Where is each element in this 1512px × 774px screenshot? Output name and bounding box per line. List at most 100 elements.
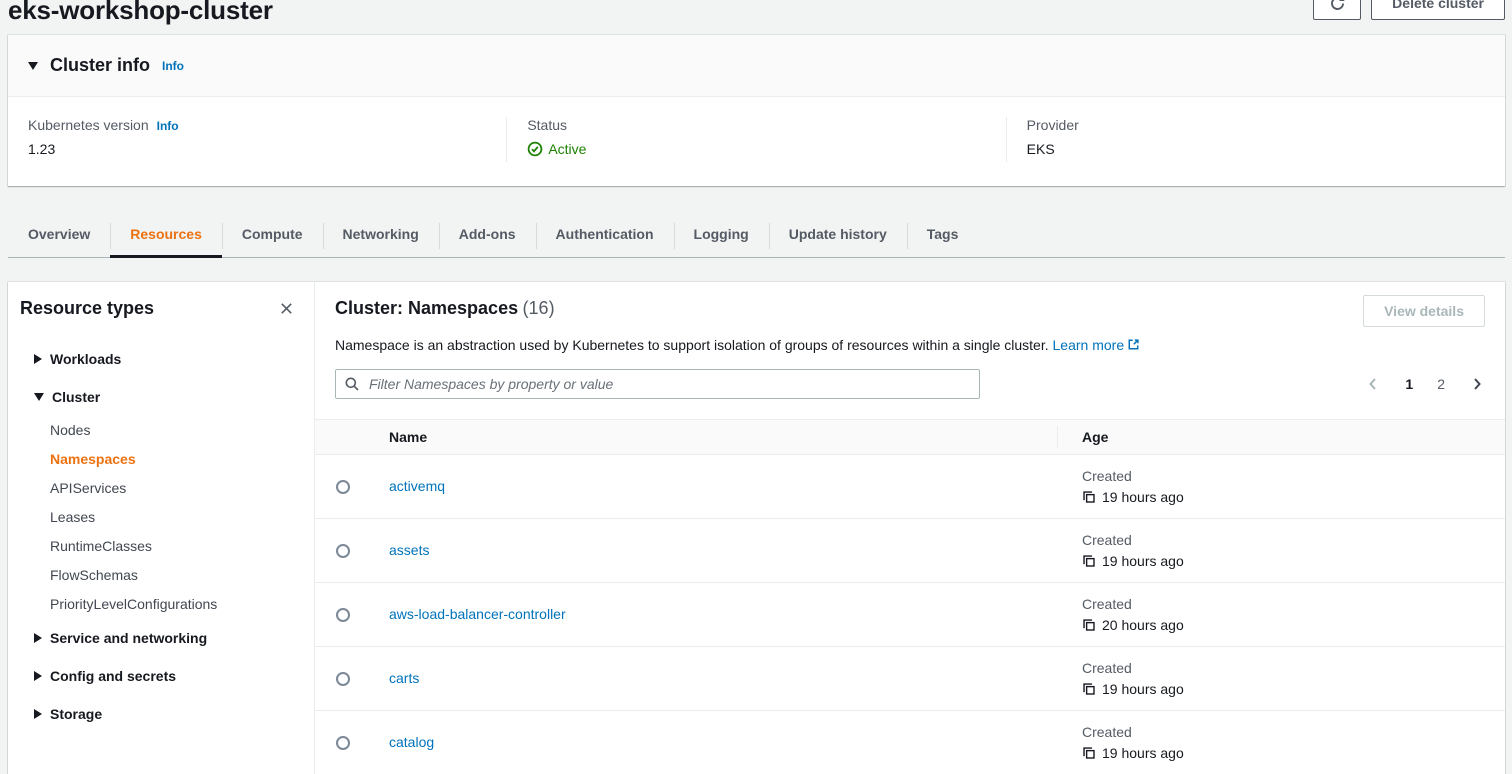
row-radio-button[interactable]	[336, 480, 350, 494]
refresh-icon	[1329, 0, 1346, 12]
page-title: eks-workshop-cluster	[8, 0, 1505, 25]
cluster-info-panel: Cluster info Info Kubernetes version Inf…	[8, 35, 1505, 186]
sidebar-group-service-and-networking[interactable]: Service and networking	[8, 619, 314, 657]
previous-page-icon[interactable]	[1365, 376, 1381, 392]
refresh-button[interactable]	[1313, 0, 1361, 20]
sidebar-item-namespaces[interactable]: Namespaces	[8, 445, 314, 474]
header-actions: Delete cluster	[1313, 0, 1505, 20]
sidebar-item-leases[interactable]: Leases	[8, 503, 314, 532]
sidebar-group-config-and-secrets[interactable]: Config and secrets	[8, 657, 314, 695]
filter-input[interactable]	[335, 369, 980, 399]
row-radio-button[interactable]	[336, 544, 350, 558]
namespaces-count: (16)	[523, 298, 555, 318]
filter-box	[335, 369, 980, 399]
sidebar-item-nodes[interactable]: Nodes	[8, 416, 314, 445]
tab-resources[interactable]: Resources	[110, 210, 222, 257]
created-label: Created	[1082, 724, 1505, 740]
sidebar-group-cluster[interactable]: Cluster	[8, 378, 314, 416]
sidebar-item-apiservices[interactable]: APIServices	[8, 474, 314, 503]
status-field: Status Active	[506, 117, 1005, 162]
table-row: assets Created 19 hours ago	[315, 519, 1505, 583]
table-row: activemq Created 19 hours ago	[315, 455, 1505, 519]
page-header: eks-workshop-cluster Delete cluster	[8, 0, 1505, 21]
sidebar-item-prioritylevelconfigurations[interactable]: PriorityLevelConfigurations	[8, 590, 314, 619]
tab-compute[interactable]: Compute	[222, 210, 323, 257]
cluster-info-body: Kubernetes version Info 1.23 Status Acti…	[8, 97, 1505, 186]
tab-authentication[interactable]: Authentication	[536, 210, 674, 257]
tab-add-ons[interactable]: Add-ons	[439, 210, 536, 257]
resources-panel: Resource types Workloads Cluster NodesNa…	[8, 282, 1505, 774]
page-number-2[interactable]: 2	[1437, 376, 1445, 392]
namespace-link[interactable]: aws-load-balancer-controller	[389, 606, 566, 622]
tab-overview[interactable]: Overview	[8, 210, 110, 257]
copy-icon[interactable]	[1082, 682, 1096, 696]
namespaces-title: Cluster: Namespaces	[335, 298, 518, 318]
close-icon[interactable]	[276, 299, 296, 319]
status-badge: Active	[527, 141, 586, 157]
sidebar-item-runtimeclasses[interactable]: RuntimeClasses	[8, 532, 314, 561]
caret-right-icon	[34, 709, 42, 719]
resource-types-sidebar: Resource types Workloads Cluster NodesNa…	[8, 282, 315, 774]
age-value: 19 hours ago	[1102, 553, 1184, 569]
status-check-icon	[527, 141, 543, 157]
kubernetes-version-value: 1.23	[28, 141, 486, 157]
sidebar-group-storage[interactable]: Storage	[8, 695, 314, 733]
cluster-info-title: Cluster info	[50, 55, 150, 76]
column-header-name: Name	[389, 429, 1057, 445]
caret-right-icon	[34, 354, 42, 364]
age-value: 19 hours ago	[1102, 745, 1184, 761]
copy-icon[interactable]	[1082, 490, 1096, 504]
table-row: aws-load-balancer-controller Created 20 …	[315, 583, 1505, 647]
eks-console-screen: eks-workshop-cluster Delete cluster Clus…	[0, 0, 1512, 774]
age-value: 19 hours ago	[1102, 681, 1184, 697]
sidebar-group-workloads[interactable]: Workloads	[8, 340, 314, 378]
table-row: catalog Created 19 hours ago	[315, 711, 1505, 774]
tab-networking[interactable]: Networking	[323, 210, 439, 257]
sidebar-item-flowschemas[interactable]: FlowSchemas	[8, 561, 314, 590]
caret-right-icon	[34, 671, 42, 681]
status-value: Active	[548, 141, 586, 157]
copy-icon[interactable]	[1082, 746, 1096, 760]
tab-update-history[interactable]: Update history	[769, 210, 907, 257]
cluster-info-header[interactable]: Cluster info Info	[8, 35, 1505, 97]
delete-cluster-button[interactable]: Delete cluster	[1371, 0, 1505, 20]
learn-more-link[interactable]: Learn more	[1053, 337, 1141, 353]
provider-value: EKS	[1027, 141, 1485, 157]
external-link-icon	[1127, 338, 1140, 355]
caret-down-icon	[34, 393, 44, 401]
copy-icon[interactable]	[1082, 618, 1096, 632]
resource-types-title: Resource types	[20, 298, 154, 319]
row-radio-button[interactable]	[336, 672, 350, 686]
tab-logging[interactable]: Logging	[674, 210, 769, 257]
pagination: 1 2	[1365, 376, 1485, 392]
namespaces-table: Name Age activemq Created 19 hours ago a…	[315, 419, 1505, 774]
copy-icon[interactable]	[1082, 554, 1096, 568]
search-icon	[344, 376, 360, 392]
view-details-button[interactable]: View details	[1363, 295, 1485, 327]
row-radio-button[interactable]	[336, 608, 350, 622]
namespaces-heading: Cluster: Namespaces (16)	[335, 298, 555, 319]
status-label: Status	[527, 117, 567, 133]
created-label: Created	[1082, 660, 1505, 676]
next-page-icon[interactable]	[1469, 376, 1485, 392]
collapse-caret-icon[interactable]	[28, 62, 38, 70]
page-number-1[interactable]: 1	[1405, 376, 1413, 392]
kubernetes-version-info-link[interactable]: Info	[157, 119, 179, 133]
column-header-age: Age	[1057, 429, 1505, 445]
kubernetes-version-field: Kubernetes version Info 1.23	[8, 117, 506, 162]
row-radio-button[interactable]	[336, 736, 350, 750]
cluster-info-info-link[interactable]: Info	[162, 59, 184, 73]
table-row: carts Created 19 hours ago	[315, 647, 1505, 711]
namespace-link[interactable]: activemq	[389, 478, 445, 494]
namespace-link[interactable]: catalog	[389, 734, 434, 750]
namespace-link[interactable]: carts	[389, 670, 419, 686]
created-label: Created	[1082, 532, 1505, 548]
namespace-link[interactable]: assets	[389, 542, 429, 558]
created-label: Created	[1082, 596, 1505, 612]
tab-tags[interactable]: Tags	[907, 210, 979, 257]
description-text: Namespace is an abstraction used by Kube…	[335, 337, 1049, 353]
table-header: Name Age	[315, 419, 1505, 455]
kubernetes-version-label: Kubernetes version	[28, 117, 149, 133]
provider-field: Provider EKS	[1006, 117, 1505, 162]
cluster-tabs: OverviewResourcesComputeNetworkingAdd-on…	[8, 210, 1505, 258]
